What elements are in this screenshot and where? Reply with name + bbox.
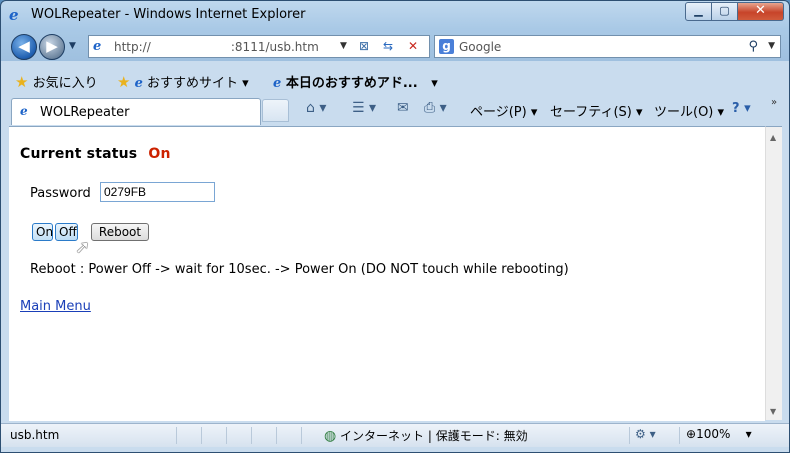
password-label: Password [30,186,91,201]
recommended-sites-link[interactable]: ★ e おすすめサイト ▾ [117,72,249,91]
search-icon[interactable]: ⚲ [748,39,758,54]
minimize-button[interactable]: ▁ [685,2,712,21]
zoom-icon: ⊕ [686,427,697,441]
safety-menu[interactable]: セーフティ(S) ▾ [550,101,643,120]
back-button[interactable]: ◀ [11,34,37,60]
status-divider [251,427,252,444]
compatibility-view-icon[interactable]: ⊠ [355,38,373,55]
window-controls: ▁ ▢ ✕ [685,2,784,21]
google-icon: g [439,39,454,54]
address-dropdown-icon[interactable]: ▼ [340,41,347,51]
ie-icon: e [273,76,282,91]
reboot-button[interactable]: Reboot [91,223,149,241]
on-button[interactable]: On [32,223,53,241]
todays-picks-link[interactable]: e 本日のおすすめアド... ▾ [273,72,438,91]
status-divider [301,427,302,444]
address-url[interactable]: http:// :8111/usb.htm [114,40,319,54]
ie-icon: e [20,104,28,118]
favorites-bar: ★ お気に入り ★ e おすすめサイト ▾ e 本日のおすすめアド... ▾ [1,65,789,95]
refresh-icon[interactable]: ⇆ [379,38,397,55]
add-favorite-icon: ★ [117,73,131,91]
scroll-up-icon[interactable]: ▲ [770,133,776,142]
status-text: usb.htm [10,428,60,442]
close-button[interactable]: ✕ [738,2,784,21]
page-content: Current status On Password On Off Reboot… [9,126,765,421]
forward-button[interactable]: ▶ [39,34,65,60]
feeds-icon[interactable]: ☰ ▾ [352,100,376,116]
mail-icon[interactable]: ✉ [397,100,409,116]
ie-icon: e [134,76,143,91]
status-divider [679,427,680,444]
password-input[interactable] [100,182,215,202]
page-icon: e [93,39,102,54]
home-icon[interactable]: ⌂ ▾ [306,100,326,116]
status-value: On [148,146,171,162]
vertical-scrollbar[interactable]: ▲ ▼ [765,126,782,420]
main-menu-link[interactable]: Main Menu [20,299,91,314]
reboot-note: Reboot : Power Off -> wait for 10sec. ->… [30,262,569,277]
zoom-control[interactable]: ⊕100% ▾ [686,427,752,441]
stop-icon[interactable]: ✕ [404,38,422,55]
status-divider [629,427,630,444]
print-icon[interactable]: ⎙ ▾ [424,100,447,116]
help-icon[interactable]: ? ▾ [732,101,751,116]
status-divider [226,427,227,444]
globe-icon: ◍ [324,428,337,444]
mouse-cursor-icon: ➚ [75,237,91,258]
scroll-down-icon[interactable]: ▼ [770,407,776,416]
command-bar: e WOLRepeater ⌂ ▾ ☰ ▾ ✉ ⎙ ▾ ページ(P) ▾ セーフ… [1,95,789,126]
tab-wolrepeater[interactable]: e WOLRepeater [11,98,261,125]
maximize-button[interactable]: ▢ [712,2,738,21]
history-dropdown-icon[interactable]: ▼ [69,41,76,51]
star-icon: ★ [15,73,29,91]
tools-menu[interactable]: ツール(O) ▾ [654,101,724,120]
status-divider [276,427,277,444]
browser-window: e WOLRepeater - Windows Internet Explore… [0,0,790,453]
status-divider [201,427,202,444]
chevron-icon[interactable]: » [771,97,777,108]
new-tab-button[interactable] [262,99,289,122]
search-box[interactable]: g Google ⚲ ▼ [434,35,781,58]
popup-blocker-icon[interactable]: ⚙ ▾ [635,427,656,441]
status-label: Current status [20,146,138,162]
ie-logo-icon: e [9,6,19,24]
favorites-button[interactable]: ★ お気に入り [15,72,98,91]
status-divider [176,427,177,444]
page-menu[interactable]: ページ(P) ▾ [470,101,537,120]
security-zone[interactable]: ◍ インターネット | 保護モード: 無効 [324,427,528,444]
search-options-icon[interactable]: ▼ [768,41,775,51]
address-bar[interactable]: e http:// :8111/usb.htm ▼ ⊠ ⇆ ✕ [88,35,430,58]
status-bar: usb.htm ◍ インターネット | 保護モード: 無効 ⚙ ▾ ⊕100% … [1,423,789,447]
current-status: Current status On [20,146,171,162]
tab-title: WOLRepeater [40,105,130,120]
search-engine-label[interactable]: Google [459,40,501,54]
window-title: WOLRepeater - Windows Internet Explorer [31,7,306,22]
title-bar: e WOLRepeater - Windows Internet Explore… [1,1,789,31]
